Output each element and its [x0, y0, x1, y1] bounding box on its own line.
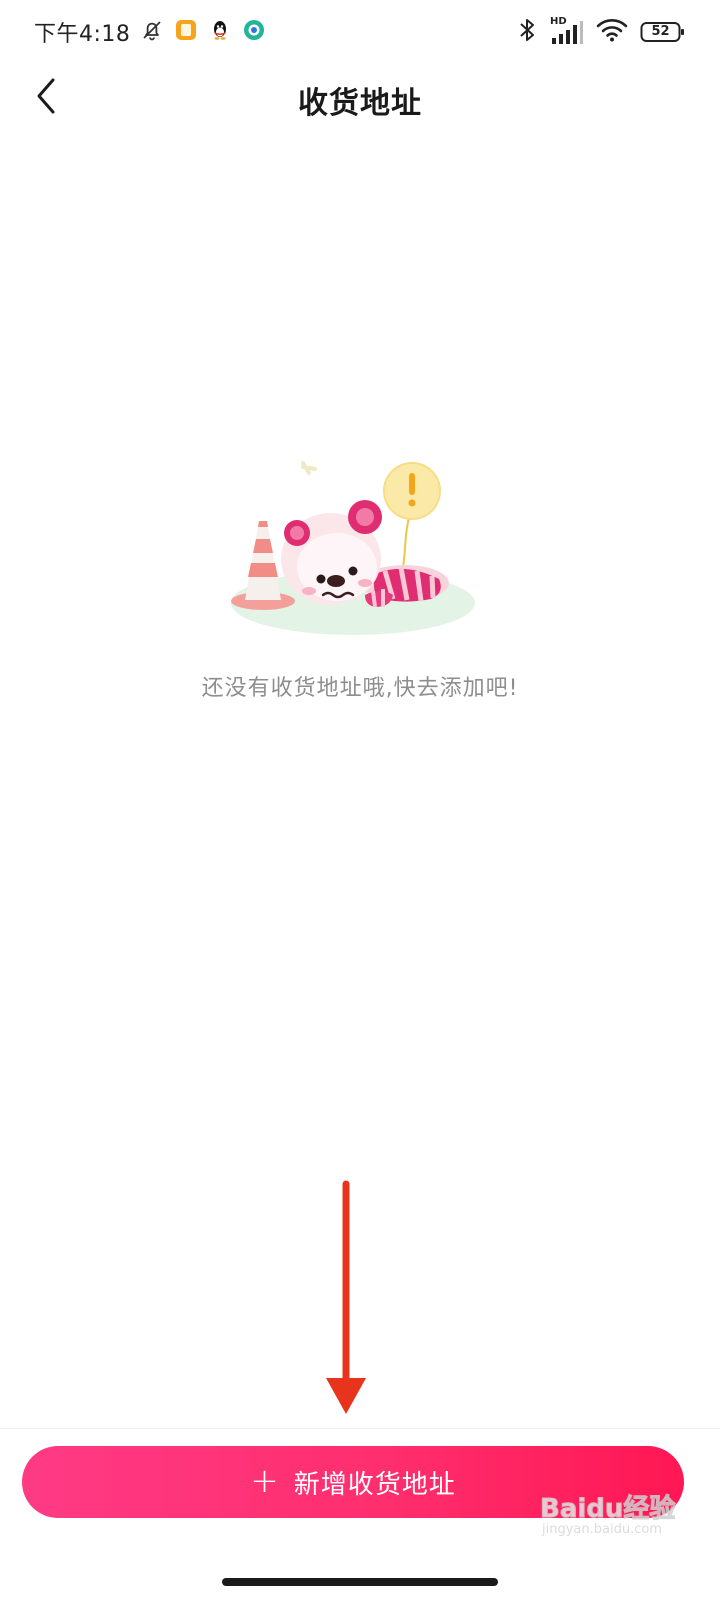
wifi-icon [596, 17, 628, 47]
muted-bell-icon [140, 18, 164, 46]
home-indicator[interactable] [222, 1578, 498, 1586]
empty-state-message: 还没有收货地址哦,快去添加吧! [201, 676, 519, 701]
add-address-label: 新增收货地址 [293, 1469, 456, 1500]
page-title: 收货地址 [298, 86, 422, 121]
bluetooth-icon [516, 17, 538, 47]
cellular-signal-icon: HD [550, 16, 584, 46]
notes-app-icon [174, 18, 198, 46]
plus-icon: + [250, 1460, 280, 1501]
status-time: 下午4:18 [34, 22, 131, 47]
qq-icon [208, 18, 232, 46]
battery-icon: 52 [640, 20, 686, 44]
empty-state-illustration [225, 455, 485, 645]
bottom-divider [0, 1428, 720, 1429]
annotation-arrow-icon [326, 1180, 366, 1414]
watermark-brand: Baidu经验 [539, 1494, 676, 1525]
watermark-url: jingyan.baidu.com [542, 1522, 662, 1537]
status-bar-right: HD 52 [516, 16, 686, 47]
battery-level: 52 [651, 24, 670, 39]
status-bar: 下午4:18 HD 52 [0, 0, 720, 64]
baidu-watermark: Baidu经验 jingyan.baidu.com [539, 1488, 690, 1548]
nav-bar: 收货地址 [0, 64, 720, 128]
browser-icon [242, 18, 266, 46]
status-bar-left: 下午4:18 [34, 16, 266, 48]
